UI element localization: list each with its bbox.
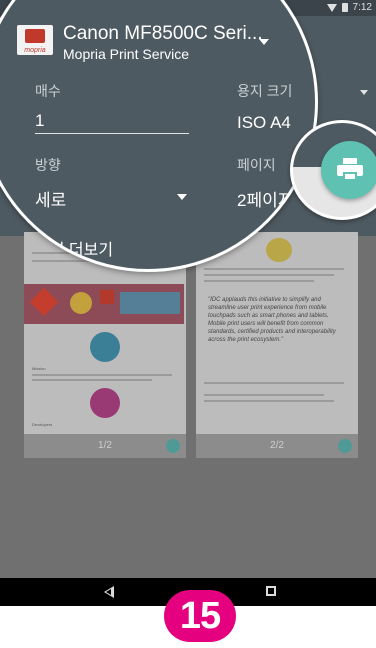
page-2-footer: 2/2: [196, 434, 358, 458]
gear-icon: [90, 388, 120, 418]
copies-underline: [35, 133, 189, 134]
back-icon[interactable]: [104, 586, 114, 598]
orientation-select[interactable]: 세로: [35, 186, 66, 211]
preview-developers-heading: Developers: [32, 422, 53, 427]
preview-mission-heading: Mission: [32, 366, 46, 371]
mopria-logo: mopria: [17, 25, 53, 55]
copies-input[interactable]: 1: [35, 111, 44, 131]
printer-name[interactable]: Canon MF8500C Seri...: [63, 23, 263, 45]
page-1-footer: 1/2: [24, 434, 186, 458]
orientation-label: 방향: [35, 157, 61, 173]
paper-size-label: 용지 크기: [237, 83, 293, 99]
status-time: 7:12: [352, 2, 372, 13]
recent-apps-icon[interactable]: [266, 586, 276, 596]
chevron-down-icon[interactable]: [360, 90, 368, 95]
page-2-check-icon[interactable]: [338, 439, 352, 453]
magnified-options: mopria Canon MF8500C Seri... Mopria Prin…: [0, 0, 318, 272]
battery-icon: [341, 3, 348, 12]
pages-label: 페이지: [237, 157, 276, 173]
page-1-number: 1/2: [98, 440, 112, 451]
page-1-check-icon[interactable]: [166, 439, 180, 453]
printer-dropdown-icon[interactable]: [259, 39, 269, 45]
preview-quote: "IDC applauds this initiative to simplif…: [208, 297, 336, 343]
paper-size-select[interactable]: ISO A4: [237, 113, 291, 133]
logo-text: mopria: [24, 47, 46, 54]
step-number-badge: 15: [164, 590, 236, 642]
wifi-icon: [326, 3, 337, 12]
preview-banner-image: [24, 284, 184, 324]
more-options-link[interactable]: 옵션 더보기: [35, 236, 113, 260]
print-service-name: Mopria Print Service: [63, 46, 190, 62]
phone-screen: 7:12 Mission Developers 1/2 "IDC applaud…: [0, 0, 376, 606]
orientation-dropdown-icon[interactable]: [177, 194, 187, 200]
printer-icon: [337, 158, 363, 182]
page-2-number: 2/2: [270, 440, 284, 451]
print-button[interactable]: [321, 141, 376, 199]
person-icon: [90, 332, 120, 362]
copies-label: 매수: [35, 83, 61, 99]
pages-select[interactable]: 2페이지: [237, 186, 293, 211]
